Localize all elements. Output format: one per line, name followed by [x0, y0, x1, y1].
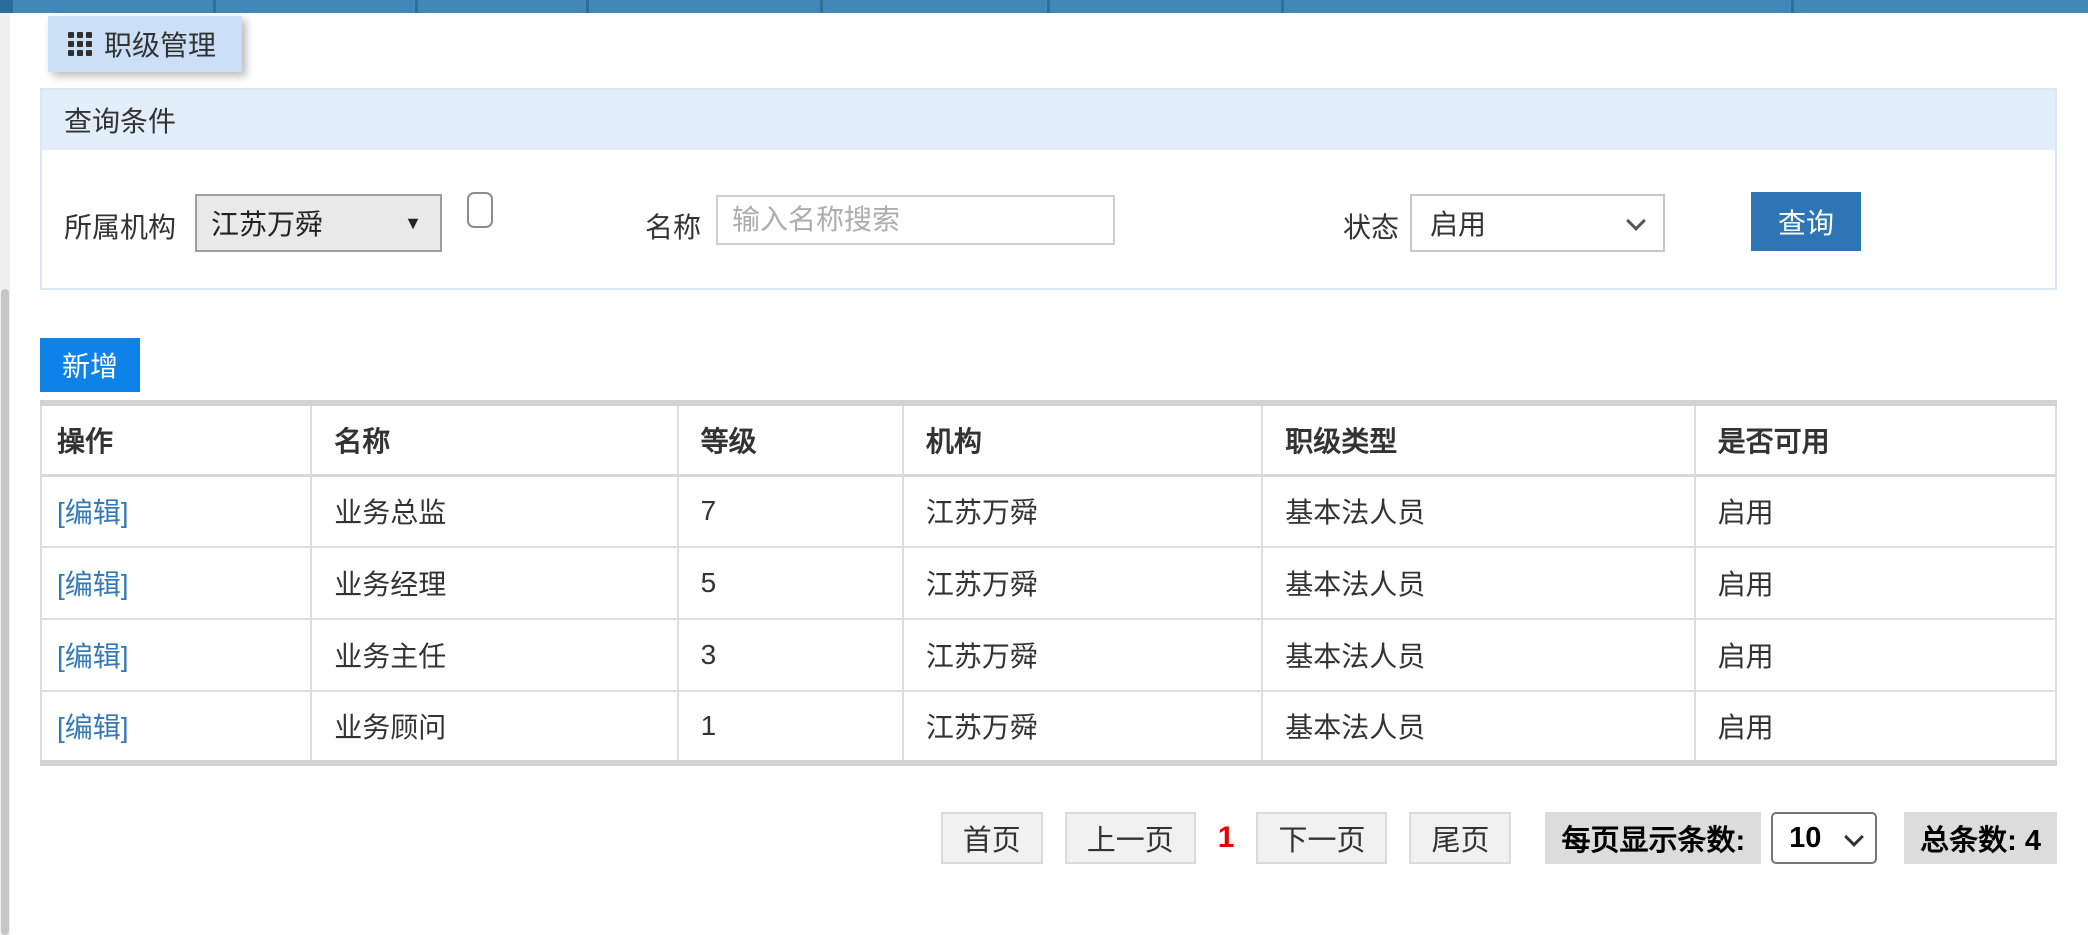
org-label: 所属机构 [64, 212, 177, 243]
cell-name: 业务经理 [310, 546, 679, 620]
cell-type: 基本法人员 [1261, 474, 1696, 548]
cell-enabled: 启用 [1693, 546, 2058, 620]
chevron-down-icon [1626, 211, 1646, 231]
table-row: [编辑] 业务经理 5 江苏万舜 基本法人员 启用 [39, 546, 2058, 620]
query-panel-header: 查询条件 [42, 90, 2055, 150]
col-header-type: 职级类型 [1261, 402, 1696, 477]
col-header-action: 操作 [39, 402, 313, 477]
tab-separator [1791, 0, 1794, 13]
col-header-name: 名称 [310, 402, 679, 477]
first-page-button[interactable]: 首页 [940, 812, 1043, 864]
cell-org: 江苏万舜 [901, 690, 1264, 764]
dropdown-arrow-icon: ▼ [404, 212, 422, 233]
grid-icon [68, 32, 92, 56]
current-page-number: 1 [1217, 821, 1235, 854]
table-row: [编辑] 业务顾问 1 江苏万舜 基本法人员 启用 [39, 690, 2058, 764]
org-select[interactable]: 江苏万舜 ▼ [195, 194, 442, 252]
cell-org: 江苏万舜 [901, 474, 1264, 548]
cell-enabled: 启用 [1693, 618, 2058, 692]
table-row: [编辑] 业务总监 7 江苏万舜 基本法人员 启用 [39, 474, 2058, 548]
cell-level: 3 [676, 618, 904, 692]
org-select-value: 江苏万舜 [211, 209, 324, 240]
name-search-input[interactable] [716, 195, 1115, 245]
tab-separator [1047, 0, 1050, 13]
org-checkbox[interactable] [467, 192, 493, 228]
cell-type: 基本法人员 [1261, 690, 1696, 764]
tab-strip-corner [0, 0, 13, 13]
cell-org: 江苏万舜 [901, 546, 1264, 620]
pagination-bar: 首页 上一页 1 下一页 尾页 每页显示条数: 10 总条数: 4 [940, 812, 2057, 864]
page-size-label: 每页显示条数: [1545, 812, 1762, 864]
status-select-value: 启用 [1430, 209, 1487, 240]
browser-tab-strip [0, 0, 2088, 13]
next-page-button[interactable]: 下一页 [1256, 812, 1388, 864]
prev-page-button[interactable]: 上一页 [1064, 812, 1196, 864]
tab-separator [820, 0, 823, 13]
query-panel: 查询条件 所属机构 江苏万舜 ▼ 名称 状态 启用 查询 [40, 88, 2057, 290]
name-label: 名称 [645, 212, 702, 243]
query-button[interactable]: 查询 [1751, 192, 1861, 251]
edit-link[interactable]: [编辑] [57, 712, 129, 743]
query-form: 所属机构 江苏万舜 ▼ 名称 状态 启用 查询 [42, 150, 2055, 288]
cell-name: 业务总监 [310, 474, 679, 548]
edit-link[interactable]: [编辑] [57, 641, 129, 672]
status-label: 状态 [1343, 212, 1400, 243]
chevron-down-icon [1844, 827, 1865, 847]
cell-level: 5 [676, 546, 904, 620]
page-size-value: 10 [1789, 821, 1822, 854]
table-row: [编辑] 业务主任 3 江苏万舜 基本法人员 启用 [39, 618, 2058, 692]
cell-type: 基本法人员 [1261, 618, 1696, 692]
add-button[interactable]: 新增 [40, 338, 140, 392]
cell-org: 江苏万舜 [901, 618, 1264, 692]
rank-table: 操作 名称 等级 机构 职级类型 是否可用 [编辑] 业务总监 7 江苏万舜 基… [39, 400, 2058, 766]
cell-enabled: 启用 [1693, 690, 2058, 764]
col-header-org: 机构 [901, 402, 1264, 477]
last-page-button[interactable]: 尾页 [1409, 812, 1512, 864]
query-panel-title: 查询条件 [64, 106, 177, 137]
tab-separator [415, 0, 418, 13]
col-header-enabled: 是否可用 [1693, 402, 2058, 477]
col-header-level: 等级 [676, 402, 904, 477]
edit-link[interactable]: [编辑] [57, 497, 129, 528]
page-size-select[interactable]: 10 [1771, 812, 1878, 864]
left-scrollbar-track[interactable] [0, 13, 10, 935]
tab-separator [586, 0, 589, 13]
total-count-label: 总条数: 4 [1904, 812, 2057, 864]
tab-label: 职级管理 [104, 30, 217, 61]
cell-type: 基本法人员 [1261, 546, 1696, 620]
edit-link[interactable]: [编辑] [57, 569, 129, 600]
tab-rank-management[interactable]: 职级管理 [48, 16, 243, 72]
cell-name: 业务顾问 [310, 690, 679, 764]
tab-separator [213, 0, 216, 13]
cell-level: 1 [676, 690, 904, 764]
tab-separator [1281, 0, 1284, 13]
cell-name: 业务主任 [310, 618, 679, 692]
status-select[interactable]: 启用 [1410, 194, 1665, 252]
left-scrollbar-thumb[interactable] [1, 289, 9, 935]
table-header-row: 操作 名称 等级 机构 职级类型 是否可用 [39, 402, 2058, 477]
cell-level: 7 [676, 474, 904, 548]
cell-enabled: 启用 [1693, 474, 2058, 548]
